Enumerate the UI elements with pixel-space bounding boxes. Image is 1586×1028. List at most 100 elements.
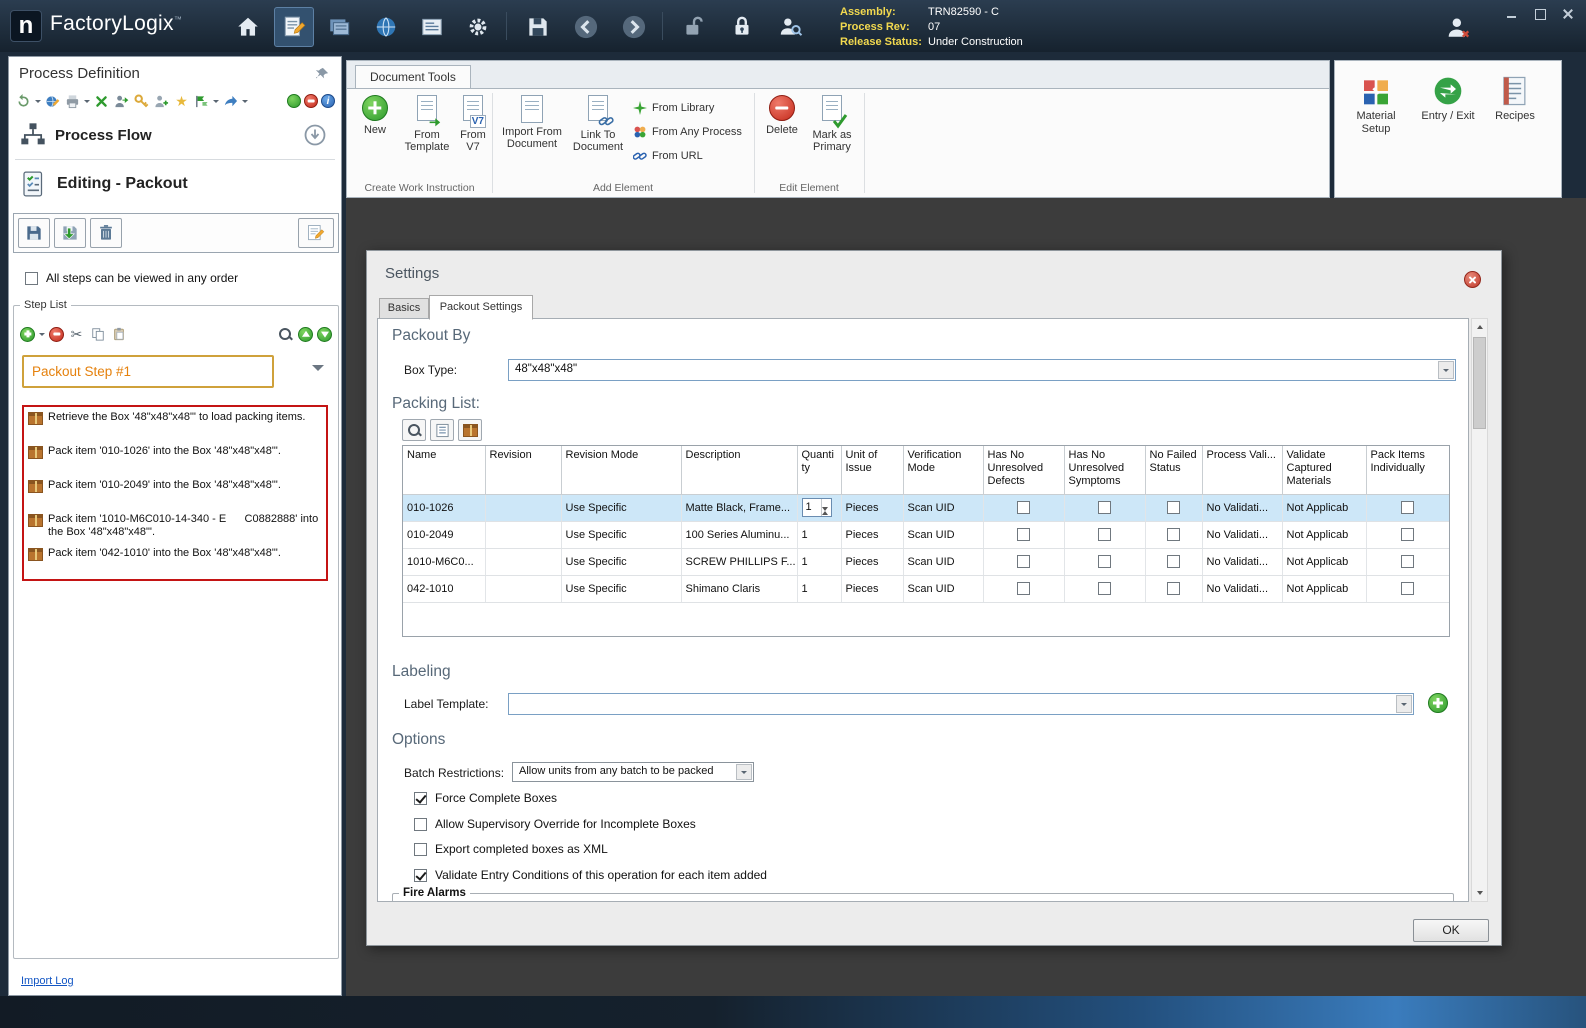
web-edit-icon[interactable]: [44, 93, 61, 110]
move-step-down-icon[interactable]: [317, 326, 332, 342]
pack-individually-checkbox[interactable]: [1401, 555, 1415, 568]
copy-step-icon[interactable]: [89, 326, 106, 343]
list-item[interactable]: Pack item '1010-M6C010-14-340 - E C08828…: [26, 512, 324, 546]
table-row[interactable]: 042-1010 Use Specific Shimano Claris 1 P…: [403, 575, 1449, 603]
explore-button[interactable]: [366, 7, 406, 47]
column-header-no-failed-status[interactable]: No Failed Status: [1145, 446, 1203, 495]
current-user-button[interactable]: [1438, 8, 1478, 48]
failed-status-checkbox[interactable]: [1167, 582, 1180, 595]
link-to-document-button[interactable]: Link To Document: [569, 95, 627, 153]
forward-button[interactable]: [614, 7, 654, 47]
column-header-quantity[interactable]: Quantity: [797, 446, 842, 495]
pin-icon[interactable]: [315, 67, 329, 81]
ok-button[interactable]: OK: [1413, 919, 1489, 942]
defects-checkbox[interactable]: [1017, 501, 1030, 514]
list-item[interactable]: Pack item '010-2049' into the Box '48"x4…: [26, 478, 324, 512]
export-xml-option[interactable]: Export completed boxes as XML: [414, 842, 608, 856]
save-button[interactable]: [518, 7, 558, 47]
export-xml-checkbox[interactable]: [414, 842, 427, 856]
symptoms-checkbox[interactable]: [1098, 528, 1111, 541]
minimize-button[interactable]: [1506, 8, 1518, 20]
mark-as-primary-button[interactable]: Mark as Primary: [805, 95, 859, 153]
back-button[interactable]: [566, 7, 606, 47]
move-step-up-icon[interactable]: [298, 326, 313, 342]
tab-packout-settings[interactable]: Packout Settings: [429, 295, 533, 320]
unlock-button[interactable]: [674, 7, 714, 47]
delete-document-button[interactable]: [90, 218, 122, 248]
home-button[interactable]: [228, 7, 268, 47]
user-add-icon[interactable]: [153, 93, 170, 110]
column-header-description[interactable]: Description: [681, 446, 798, 495]
column-header-revision-mode[interactable]: Revision Mode: [561, 446, 682, 495]
box-type-dropdown-button[interactable]: [1438, 361, 1454, 379]
undo-icon[interactable]: [15, 93, 32, 110]
pack-individually-checkbox[interactable]: [1401, 528, 1415, 541]
validate-entry-conditions-checkbox[interactable]: [414, 868, 427, 882]
validate-entry-conditions-option[interactable]: Validate Entry Conditions of this operat…: [414, 868, 767, 882]
view-order-checkbox[interactable]: [25, 271, 38, 285]
step-expand-chevron-icon[interactable]: [312, 365, 324, 371]
from-library-button[interactable]: From Library: [633, 101, 714, 115]
delete-element-button[interactable]: Delete: [761, 95, 803, 136]
scroll-up-button[interactable]: [1472, 319, 1487, 335]
batch-restrictions-dropdown-button[interactable]: [736, 764, 752, 780]
batch-restrictions-dropdown[interactable]: Allow units from any batch to be packed: [512, 762, 754, 782]
news-button[interactable]: [412, 7, 452, 47]
entry-exit-button[interactable]: Entry / Exit: [1417, 75, 1479, 123]
work-instructions-button[interactable]: [274, 7, 314, 47]
key-icon[interactable]: [133, 93, 150, 110]
share-menu-caret[interactable]: [242, 99, 248, 103]
remove-step-icon[interactable]: [49, 326, 64, 342]
force-complete-boxes-checkbox[interactable]: [414, 791, 427, 805]
quantity-stepper[interactable]: 1: [801, 498, 832, 520]
column-header-has-no-unresolved-symptoms[interactable]: Has No Unresolved Symptoms: [1064, 446, 1146, 495]
column-header-validate-captured-materials[interactable]: Validate Captured Materials: [1282, 446, 1367, 495]
column-header-process-validation[interactable]: Process Vali...: [1202, 446, 1283, 495]
failed-status-checkbox[interactable]: [1167, 501, 1180, 514]
column-header-revision[interactable]: Revision: [485, 446, 562, 495]
add-label-template-button[interactable]: [1428, 693, 1448, 713]
print-icon[interactable]: [64, 93, 81, 110]
defects-checkbox[interactable]: [1017, 582, 1030, 595]
symptoms-checkbox[interactable]: [1098, 582, 1111, 595]
supervisory-override-option[interactable]: Allow Supervisory Override for Incomplet…: [414, 817, 696, 831]
tab-document-tools[interactable]: Document Tools: [355, 65, 471, 89]
process-button[interactable]: [320, 7, 360, 47]
item-list-button[interactable]: [430, 419, 454, 441]
close-button[interactable]: [1562, 8, 1574, 20]
view-order-option[interactable]: All steps can be viewed in any order: [25, 271, 238, 285]
pack-individually-checkbox[interactable]: [1401, 501, 1415, 514]
cut-step-icon[interactable]: ✂: [68, 326, 85, 343]
paste-step-icon[interactable]: [110, 326, 127, 343]
from-any-process-button[interactable]: From Any Process: [633, 125, 742, 139]
list-item[interactable]: Pack item '042-1010' into the Box '48"x4…: [26, 546, 324, 580]
info-icon[interactable]: i: [321, 94, 335, 108]
process-flow-label[interactable]: Process Flow: [55, 127, 152, 144]
supervisory-override-checkbox[interactable]: [414, 817, 427, 831]
export-box-button[interactable]: [458, 419, 482, 441]
recipes-button[interactable]: Recipes: [1487, 75, 1543, 123]
inspect-box-button[interactable]: [402, 419, 426, 441]
import-document-button[interactable]: [54, 218, 86, 248]
from-template-button[interactable]: From Template: [399, 95, 455, 153]
table-row[interactable]: 010-1026 Use Specific Matte Black, Frame…: [403, 494, 1449, 522]
find-user-button[interactable]: [770, 7, 810, 47]
material-setup-button[interactable]: Material Setup: [1343, 75, 1409, 136]
add-step-icon[interactable]: [20, 326, 35, 342]
dialog-scrollbar[interactable]: [1471, 318, 1488, 902]
import-log-link[interactable]: Import Log: [21, 975, 74, 987]
list-item[interactable]: Pack item '010-1026' into the Box '48"x4…: [26, 444, 324, 478]
save-document-button[interactable]: [18, 218, 50, 248]
lock-permissions-button[interactable]: [722, 7, 762, 47]
add-step-caret[interactable]: [39, 332, 45, 336]
scrollbar-thumb[interactable]: [1473, 337, 1486, 429]
pack-individually-checkbox[interactable]: [1401, 582, 1415, 595]
sync-icon[interactable]: [287, 94, 301, 108]
dialog-close-icon[interactable]: [1464, 271, 1481, 288]
column-header-verification-mode[interactable]: Verification Mode: [903, 446, 984, 495]
new-button[interactable]: New: [355, 95, 395, 136]
undo-menu-caret[interactable]: [35, 99, 41, 103]
maximize-button[interactable]: [1534, 8, 1546, 20]
list-item[interactable]: Retrieve the Box '48"x48"x48"' to load p…: [26, 410, 324, 444]
failed-status-checkbox[interactable]: [1167, 528, 1180, 541]
